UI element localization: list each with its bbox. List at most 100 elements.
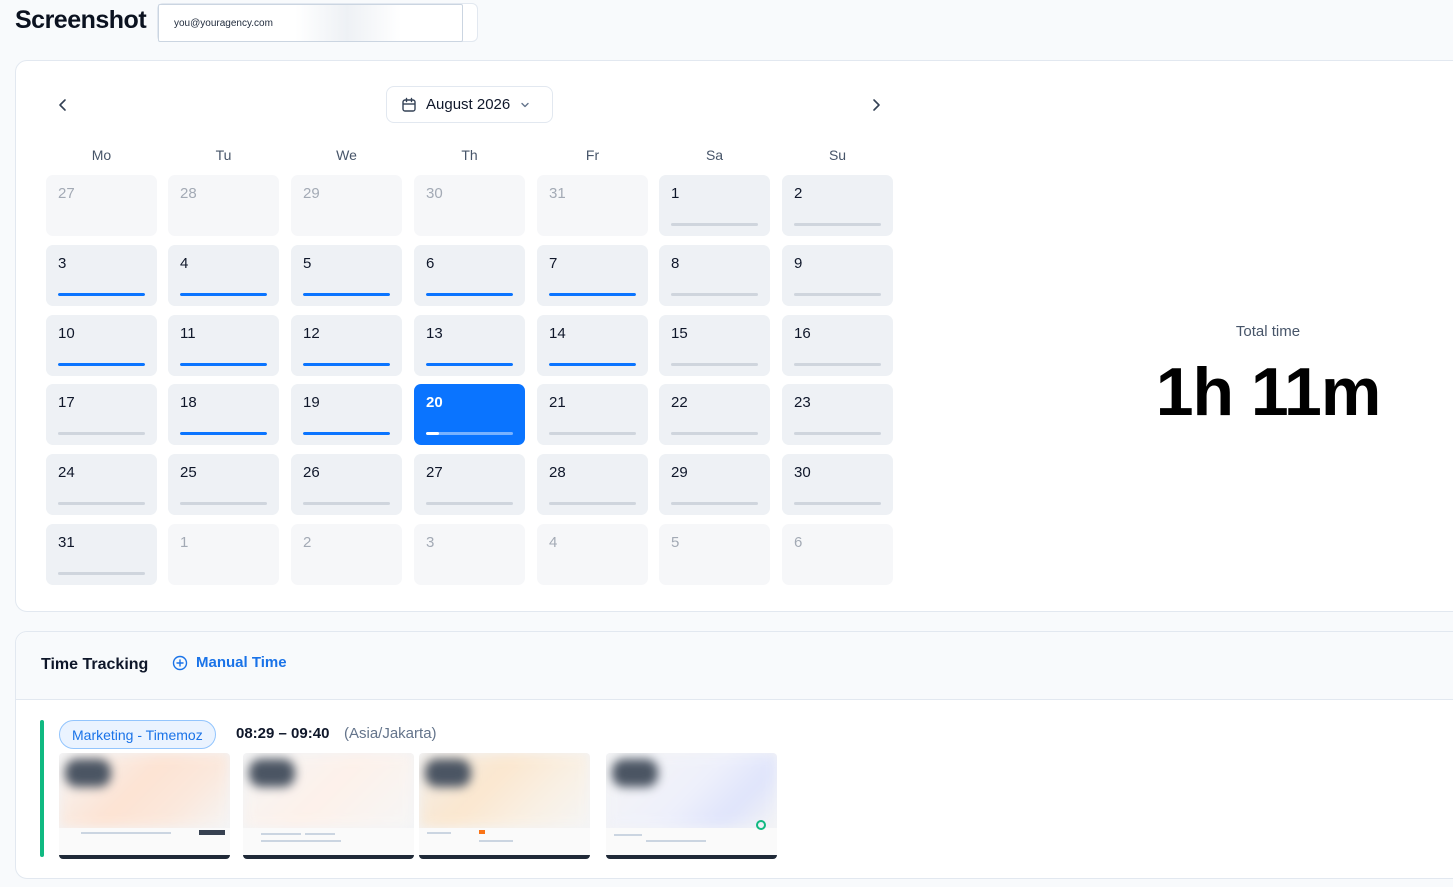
calendar-day-outside: 2 bbox=[291, 524, 402, 585]
screenshot-thumbnail[interactable] bbox=[419, 753, 590, 859]
calendar-day[interactable]: 16 bbox=[782, 315, 893, 376]
calendar-day[interactable]: 19 bbox=[291, 384, 402, 445]
calendar-day[interactable]: 30 bbox=[782, 454, 893, 515]
calendar-day[interactable]: 23 bbox=[782, 384, 893, 445]
project-tag[interactable]: Marketing - Timemoz bbox=[59, 720, 216, 749]
day-number: 14 bbox=[549, 325, 566, 342]
month-picker-button[interactable]: August 2026 bbox=[386, 86, 553, 123]
day-number: 7 bbox=[549, 255, 558, 272]
calendar-day-selected[interactable]: 20 bbox=[414, 384, 525, 445]
calendar-day[interactable]: 28 bbox=[537, 454, 648, 515]
email-value: you@youragency.com bbox=[174, 18, 273, 29]
calendar-day-outside: 31 bbox=[537, 175, 648, 236]
calendar-day[interactable]: 26 bbox=[291, 454, 402, 515]
chevron-left-icon bbox=[59, 99, 66, 111]
day-progress-bar bbox=[549, 363, 636, 366]
session-time-range: 08:29 – 09:40 bbox=[236, 725, 330, 742]
calendar-day[interactable]: 29 bbox=[659, 454, 770, 515]
calendar-day[interactable]: 13 bbox=[414, 315, 525, 376]
day-progress-bar bbox=[794, 293, 881, 296]
calendar-day[interactable]: 27 bbox=[414, 454, 525, 515]
top-bar: Screenshot you@youragency.com bbox=[0, 0, 1453, 46]
calendar-day-outside: 30 bbox=[414, 175, 525, 236]
calendar-day[interactable]: 8 bbox=[659, 245, 770, 306]
calendar-day[interactable]: 2 bbox=[782, 175, 893, 236]
email-field[interactable]: you@youragency.com bbox=[158, 4, 463, 42]
day-progress-bar bbox=[426, 432, 513, 435]
calendar-day[interactable]: 17 bbox=[46, 384, 157, 445]
day-progress-bar bbox=[671, 363, 758, 366]
session-marker bbox=[40, 720, 44, 857]
calendar-day[interactable]: 22 bbox=[659, 384, 770, 445]
day-number: 1 bbox=[180, 534, 189, 551]
day-number: 4 bbox=[180, 255, 189, 272]
screenshot-thumbnail[interactable] bbox=[606, 753, 777, 859]
day-number: 31 bbox=[549, 185, 566, 202]
day-progress-bar bbox=[549, 432, 636, 435]
day-progress-bar bbox=[671, 502, 758, 505]
day-number: 3 bbox=[426, 534, 435, 551]
calendar-day[interactable]: 31 bbox=[46, 524, 157, 585]
calendar-day[interactable]: 1 bbox=[659, 175, 770, 236]
calendar-day[interactable]: 14 bbox=[537, 315, 648, 376]
day-progress-bar bbox=[671, 293, 758, 296]
calendar-day[interactable]: 6 bbox=[414, 245, 525, 306]
day-progress-bar bbox=[426, 363, 513, 366]
calendar-day[interactable]: 15 bbox=[659, 315, 770, 376]
total-time-value: 1h 11m bbox=[1155, 354, 1382, 430]
day-progress-bar bbox=[58, 363, 145, 366]
day-progress-bar bbox=[303, 363, 390, 366]
calendar-day[interactable]: 3 bbox=[46, 245, 157, 306]
day-progress-fill bbox=[180, 363, 267, 366]
screenshot-thumbnail[interactable] bbox=[243, 753, 414, 859]
calendar-day[interactable]: 25 bbox=[168, 454, 279, 515]
calendar-day[interactable]: 4 bbox=[168, 245, 279, 306]
day-number: 1 bbox=[671, 185, 680, 202]
calendar-day[interactable]: 5 bbox=[291, 245, 402, 306]
screenshot-thumbnail[interactable] bbox=[59, 753, 230, 859]
calendar-day[interactable]: 11 bbox=[168, 315, 279, 376]
day-number: 2 bbox=[794, 185, 803, 202]
calendar-day[interactable]: 9 bbox=[782, 245, 893, 306]
calendar-day[interactable]: 10 bbox=[46, 315, 157, 376]
day-progress-bar bbox=[180, 502, 267, 505]
day-progress-fill bbox=[549, 363, 636, 366]
calendar-day[interactable]: 7 bbox=[537, 245, 648, 306]
manual-time-button[interactable]: Manual Time bbox=[172, 654, 287, 671]
day-number: 4 bbox=[549, 534, 558, 551]
total-time-label: Total time bbox=[1235, 323, 1301, 340]
next-month-button[interactable] bbox=[866, 95, 886, 115]
calendar-day[interactable]: 12 bbox=[291, 315, 402, 376]
time-tracking-title: Time Tracking bbox=[41, 656, 149, 673]
day-progress-bar bbox=[549, 502, 636, 505]
email-field-wrapper: you@youragency.com bbox=[157, 3, 478, 42]
day-number: 6 bbox=[794, 534, 803, 551]
day-progress-bar bbox=[794, 432, 881, 435]
day-progress-bar bbox=[180, 293, 267, 296]
weekday-label: We bbox=[336, 147, 357, 163]
day-progress-bar bbox=[671, 223, 758, 226]
day-number: 18 bbox=[180, 394, 197, 411]
day-progress-bar bbox=[303, 432, 390, 435]
calendar-day-outside: 28 bbox=[168, 175, 279, 236]
day-number: 29 bbox=[303, 185, 320, 202]
calendar-day[interactable]: 18 bbox=[168, 384, 279, 445]
calendar-day[interactable]: 21 bbox=[537, 384, 648, 445]
day-progress-bar bbox=[794, 223, 881, 226]
day-number: 17 bbox=[58, 394, 75, 411]
day-number: 3 bbox=[58, 255, 67, 272]
day-number: 12 bbox=[303, 325, 320, 342]
day-number: 9 bbox=[794, 255, 803, 272]
calendar-icon bbox=[402, 97, 416, 112]
calendar-day[interactable]: 24 bbox=[46, 454, 157, 515]
day-progress-fill bbox=[426, 293, 513, 296]
prev-month-button[interactable] bbox=[53, 95, 73, 115]
day-number: 19 bbox=[303, 394, 320, 411]
time-tracking-header: Time Tracking Manual Time bbox=[16, 632, 1453, 700]
day-number: 29 bbox=[671, 464, 688, 481]
day-progress-bar bbox=[671, 432, 758, 435]
day-progress-fill bbox=[426, 363, 513, 366]
day-progress-bar bbox=[180, 432, 267, 435]
day-number: 23 bbox=[794, 394, 811, 411]
calendar-day-outside: 3 bbox=[414, 524, 525, 585]
